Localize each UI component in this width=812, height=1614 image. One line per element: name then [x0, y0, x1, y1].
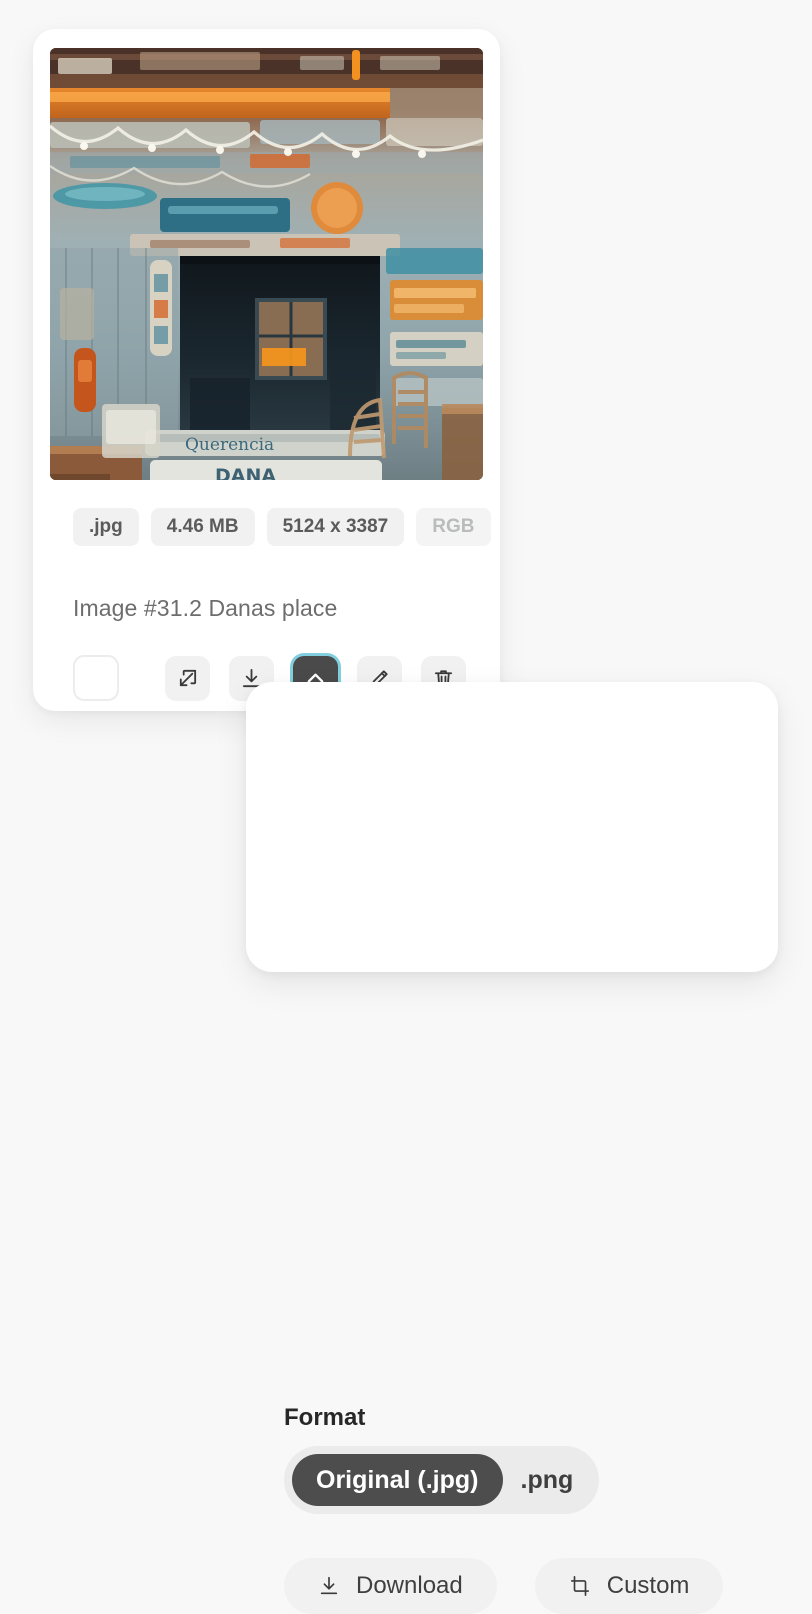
- format-segmented-control: Original (.jpg) .png: [284, 1446, 600, 1514]
- svg-text:Querencia: Querencia: [185, 435, 274, 455]
- dimensions-badge: 5124 x 3387: [266, 508, 405, 546]
- metadata-badges: .jpg 4.46 MB 5124 x 3387 RGB: [73, 508, 491, 546]
- download-action-button[interactable]: Download: [284, 1558, 497, 1614]
- format-option-original[interactable]: Original (.jpg): [292, 1454, 503, 1506]
- popover-title: Format: [284, 1404, 366, 1431]
- custom-action-button[interactable]: Custom: [534, 1558, 724, 1614]
- photo-thumbnail: Querencia DANA: [50, 48, 483, 480]
- popover-actions: Download Custom: [284, 1558, 724, 1614]
- filesize-badge: 4.46 MB: [150, 508, 255, 546]
- download-options-popover: Format Original (.jpg) .png Download Cus…: [246, 682, 778, 1614]
- open-external-button[interactable]: [165, 655, 210, 701]
- crop-icon: [569, 1575, 591, 1597]
- image-caption: Image #31.2 Danas place: [73, 595, 338, 621]
- format-option-png[interactable]: .png: [503, 1454, 592, 1506]
- format-badge: .jpg: [73, 508, 139, 546]
- image-thumbnail[interactable]: Querencia DANA: [50, 48, 483, 480]
- open-external-icon: [176, 667, 199, 690]
- asset-card: Querencia DANA .jpg 4.46 MB 5124 x 3387 …: [33, 29, 500, 711]
- download-action-label: Download: [356, 1572, 463, 1599]
- colorspace-badge: RGB: [416, 508, 491, 546]
- svg-text:DANA: DANA: [215, 465, 276, 480]
- download-icon: [318, 1575, 340, 1597]
- select-checkbox[interactable]: [73, 655, 119, 701]
- custom-action-label: Custom: [606, 1572, 690, 1599]
